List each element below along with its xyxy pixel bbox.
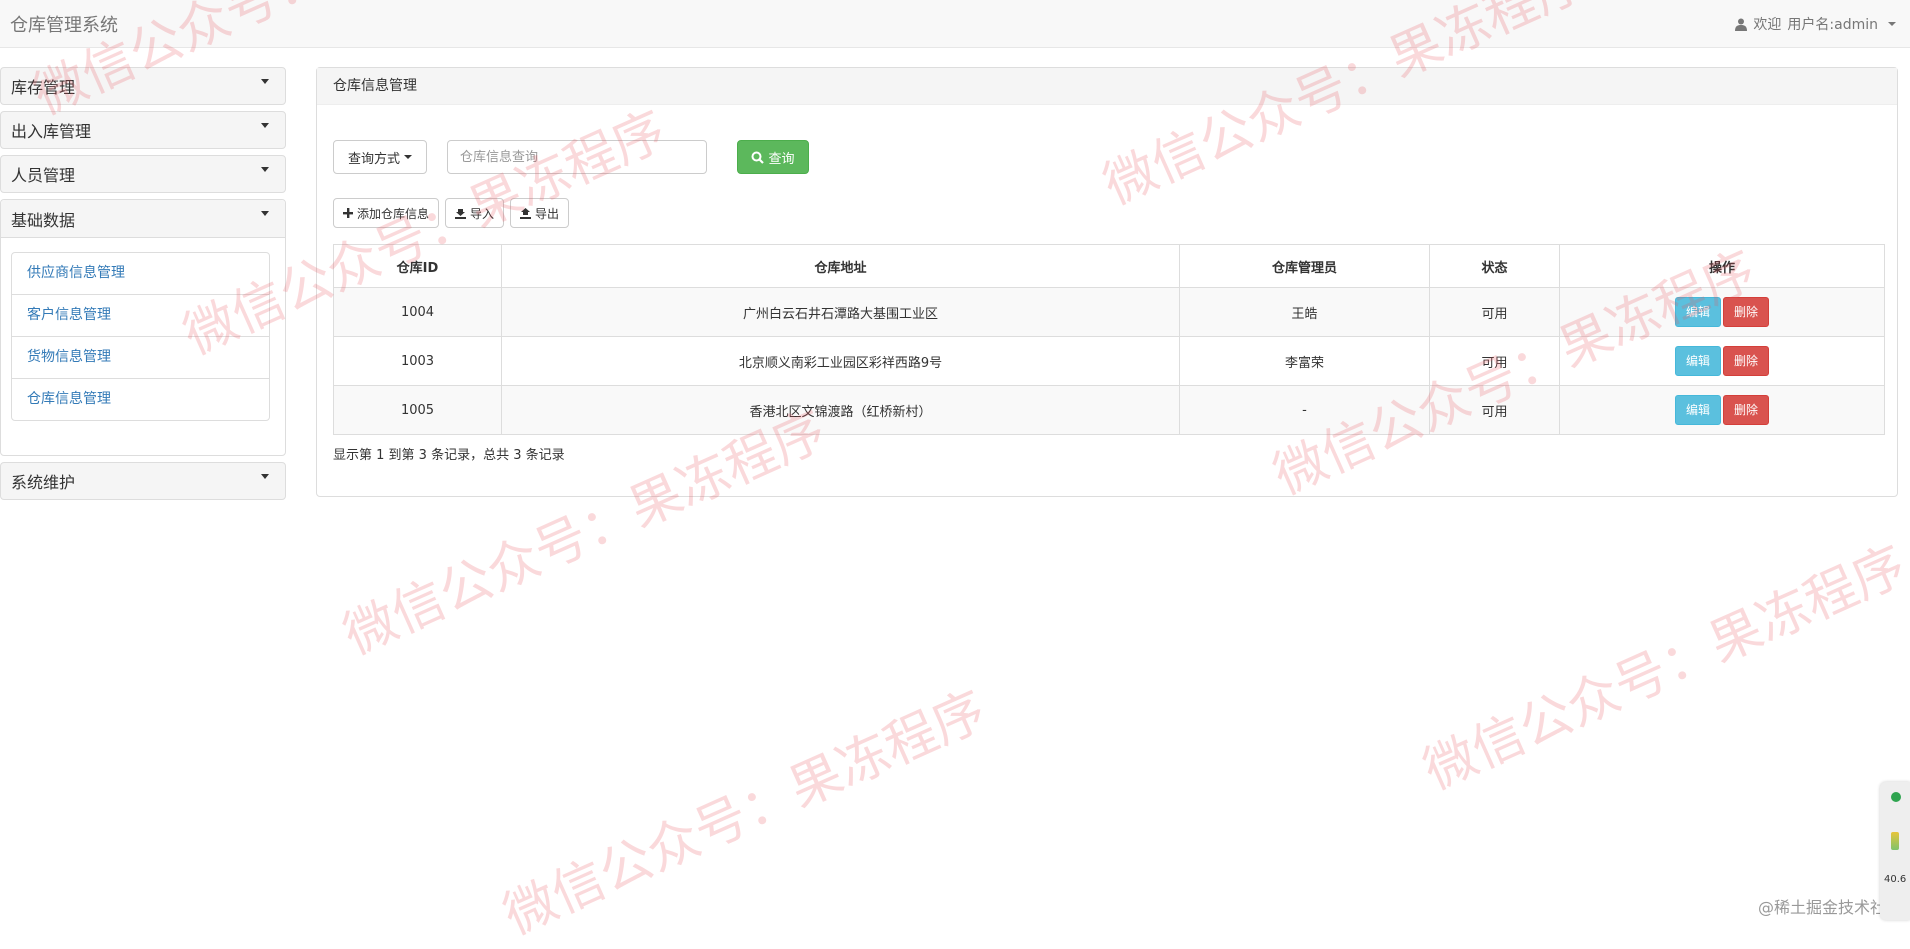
add-warehouse-label: 添加仓库信息 [357,206,430,221]
cell-id: 1004 [333,287,502,337]
sidebar-section-label: 系统维护 [11,473,76,492]
widget-value: 40.6 [1884,874,1907,885]
import-label: 导入 [470,206,495,221]
export-button[interactable]: 导出 [510,198,570,228]
sidebar-section-system[interactable]: 系统维护 [0,462,286,500]
cell-manager: - [1179,385,1430,435]
add-warehouse-button[interactable]: 添加仓库信息 [333,198,440,228]
panel-title: 仓库信息管理 [317,68,1897,105]
sidebar-section-label: 人员管理 [11,166,76,185]
app-title[interactable]: 仓库管理系统 [10,11,118,37]
plus-icon [343,208,353,218]
submenu-list: 供应商信息管理 客户信息管理 货物信息管理 仓库信息管理 [11,252,270,421]
caret-down-icon [1888,22,1896,26]
search-input[interactable] [447,140,707,174]
sidebar-section-stock-io[interactable]: 出入库管理 [0,111,286,149]
import-icon [455,208,467,219]
sidebar-section-inventory[interactable]: 库存管理 [0,67,286,105]
warehouse-table: 仓库ID 仓库地址 仓库管理员 状态 操作 1004 广州白云石井石潭路大基围工… [333,244,1885,435]
welcome-text: 欢迎 [1753,17,1782,33]
search-icon [751,151,765,164]
table-header-row: 仓库ID 仓库地址 仓库管理员 状态 操作 [333,244,1885,288]
watermark-text: 微信公众号：果冻程序 [1415,535,1910,802]
edit-button[interactable]: 编辑 [1675,394,1721,425]
delete-button[interactable]: 删除 [1723,394,1769,425]
caret-down-icon [261,211,269,216]
table-row[interactable]: 1004 广州白云石井石潭路大基围工业区 王皓 可用 编辑 删除 [333,287,1885,337]
export-label: 导出 [535,206,560,221]
search-button[interactable]: 查询 [737,140,809,174]
username-label: 用户名:admin [1787,17,1878,33]
cell-status: 可用 [1429,385,1560,435]
cell-status: 可用 [1429,287,1560,337]
column-header[interactable]: 仓库管理员 [1179,244,1430,288]
main-panel: 仓库信息管理 查询方式 查询 添加仓库信息 导入 [316,67,1898,497]
export-icon [520,207,532,219]
toolbar: 添加仓库信息 导入 导出 [333,198,570,228]
sidebar-section-basic-data[interactable]: 基础数据 [1,200,285,238]
sidebar-submenu: 供应商信息管理 客户信息管理 货物信息管理 仓库信息管理 [1,238,285,455]
sidebar-item-customer[interactable]: 客户信息管理 [12,295,269,337]
cell-address: 广州白云石井石潭路大基围工业区 [501,287,1180,337]
query-mode-dropdown[interactable]: 查询方式 [333,140,427,174]
caret-down-icon [261,473,269,479]
query-mode-label: 查询方式 [347,151,400,167]
cell-actions: 编辑 删除 [1559,336,1885,386]
sidebar-item-supplier[interactable]: 供应商信息管理 [12,253,269,295]
sidebar-section-label: 基础数据 [11,210,76,230]
sidebar-section-label: 库存管理 [11,78,76,97]
column-header[interactable]: 仓库地址 [501,244,1180,288]
cell-id: 1003 [333,336,502,386]
user-menu[interactable]: 欢迎 用户名:admin [1735,14,1896,34]
cell-manager: 王皓 [1179,287,1430,337]
caret-down-icon [261,122,269,128]
search-row: 查询方式 查询 [333,140,809,174]
sidebar-item-warehouse[interactable]: 仓库信息管理 [12,379,269,420]
column-header[interactable]: 状态 [1429,244,1560,288]
cell-address: 北京顺义南彩工业园区彩祥西路9号 [501,336,1180,386]
sidebar: 库存管理 出入库管理 人员管理 基础数据 供应商信息管理 客户信息管理 货物信息… [0,67,286,506]
table-row[interactable]: 1003 北京顺义南彩工业园区彩祥西路9号 李富荣 可用 编辑 删除 [333,336,1885,386]
status-dot-icon [1891,792,1901,802]
caret-down-icon [261,78,269,84]
delete-button[interactable]: 删除 [1723,296,1769,327]
column-header: 操作 [1559,244,1885,288]
cell-actions: 编辑 删除 [1559,287,1885,337]
level-bar-icon [1891,832,1899,850]
import-button[interactable]: 导入 [445,198,505,228]
sidebar-section-basic-data-panel: 基础数据 供应商信息管理 客户信息管理 货物信息管理 仓库信息管理 [0,199,286,456]
floating-monitor-widget[interactable]: 40.6 [1880,782,1910,920]
column-header[interactable]: 仓库ID [333,244,502,288]
user-icon [1735,18,1748,31]
sidebar-item-goods[interactable]: 货物信息管理 [12,337,269,379]
search-button-label: 查询 [768,151,795,167]
caret-down-icon [261,166,269,172]
delete-button[interactable]: 删除 [1723,345,1769,376]
caret-down-icon [404,155,412,159]
sidebar-section-staff[interactable]: 人员管理 [0,155,286,193]
edit-button[interactable]: 编辑 [1675,296,1721,327]
table-row[interactable]: 1005 香港北区文锦渡路（红桥新村） - 可用 编辑 删除 [333,385,1885,435]
top-navbar: 仓库管理系统 欢迎 用户名:admin [0,0,1910,48]
cell-actions: 编辑 删除 [1559,385,1885,435]
cell-id: 1005 [333,385,502,435]
cell-address: 香港北区文锦渡路（红桥新村） [501,385,1180,435]
sidebar-section-label: 出入库管理 [11,122,92,141]
edit-button[interactable]: 编辑 [1675,345,1721,376]
cell-status: 可用 [1429,336,1560,386]
watermark-text: 微信公众号：果冻程序 [495,680,995,947]
pagination-info: 显示第 1 到第 3 条记录，总共 3 条记录 [333,448,565,463]
cell-manager: 李富荣 [1179,336,1430,386]
